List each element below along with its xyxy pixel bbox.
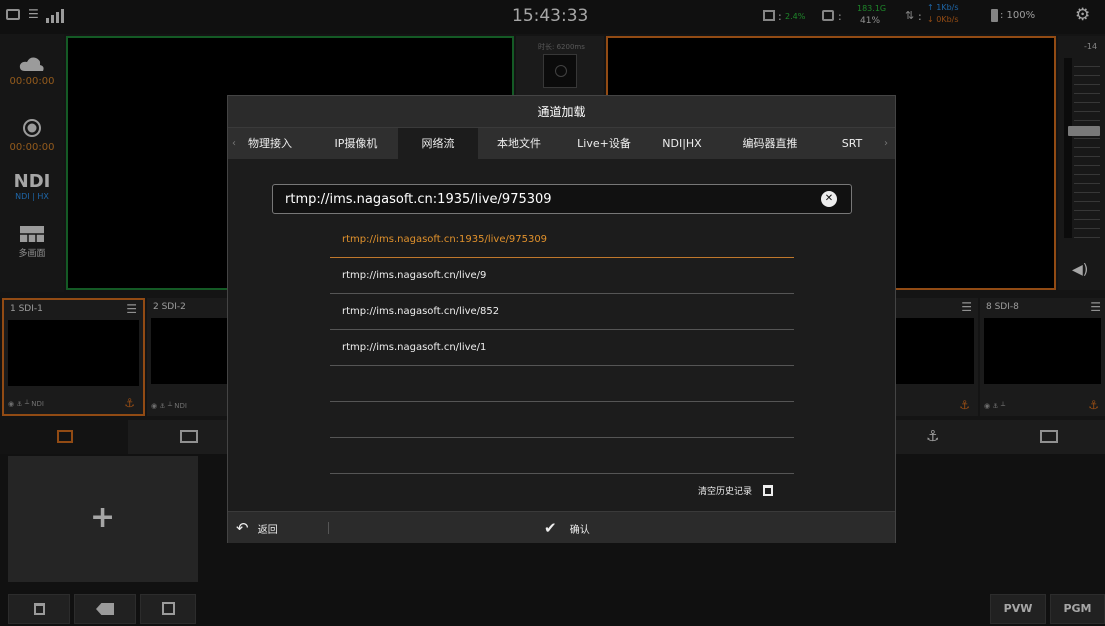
history-item[interactable]: rtmp://ims.nagasoft.cn:1935/live/975309 xyxy=(330,222,794,258)
history-item[interactable]: rtmp://ims.nagasoft.cn/live/9 xyxy=(330,258,794,294)
tab-local-file[interactable]: 本地文件 xyxy=(482,128,556,159)
tab-ndi-hx[interactable]: NDI|HX xyxy=(648,128,716,159)
tab-physical-input[interactable]: 物理接入 xyxy=(238,128,302,159)
tab-network-stream[interactable]: 网络流 xyxy=(398,128,478,159)
dialog-tabs: ‹ 物理接入 IP摄像机 网络流 本地文件 Live+设备 NDI|HX 编码器… xyxy=(228,128,895,159)
stream-url-field[interactable]: ✕ xyxy=(272,184,852,214)
tab-encoder-push[interactable]: 编码器直推 xyxy=(728,128,812,159)
history-item[interactable]: rtmp://ims.nagasoft.cn/live/852 xyxy=(330,294,794,330)
footer-divider xyxy=(328,522,329,534)
tab-srt[interactable]: SRT xyxy=(822,128,882,159)
back-button[interactable]: ↶ 返回 xyxy=(236,512,278,544)
history-item[interactable]: rtmp://ims.nagasoft.cn/live/1 xyxy=(330,330,794,366)
history-item-empty xyxy=(330,438,794,474)
tab-live-plus-device[interactable]: Live+设备 xyxy=(564,128,644,159)
confirm-button[interactable]: ✔ 确认 xyxy=(544,512,590,544)
dialog-title: 通道加载 xyxy=(228,96,895,128)
dialog-footer: ↶ 返回 ✔ 确认 xyxy=(228,511,895,543)
clear-input-icon[interactable]: ✕ xyxy=(821,191,837,207)
check-icon: ✔ xyxy=(544,519,557,537)
clear-history-label: 清空历史记录 xyxy=(698,487,753,497)
back-arrow-icon: ↶ xyxy=(236,519,249,537)
channel-load-dialog: 通道加载 ‹ 物理接入 IP摄像机 网络流 本地文件 Live+设备 NDI|H… xyxy=(227,95,896,543)
back-label: 返回 xyxy=(257,525,278,536)
trash-icon xyxy=(762,485,773,496)
history-item-empty xyxy=(330,366,794,402)
stream-url-input[interactable] xyxy=(285,185,805,213)
confirm-label: 确认 xyxy=(569,525,590,536)
tab-ip-camera[interactable]: IP摄像机 xyxy=(318,128,394,159)
tabs-scroll-left-icon[interactable]: ‹ xyxy=(232,128,236,159)
tabs-scroll-right-icon[interactable]: › xyxy=(884,128,888,159)
clear-history-button[interactable]: 清空历史记录 xyxy=(698,484,773,497)
history-item-empty xyxy=(330,402,794,438)
